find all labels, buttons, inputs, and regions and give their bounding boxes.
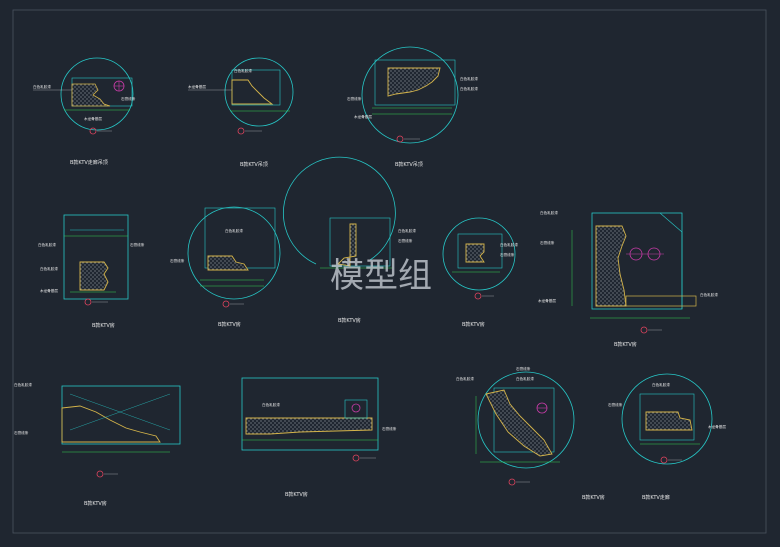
detail-frame [61, 385, 181, 445]
note: 石膏线条 [540, 240, 555, 245]
detail-caption: B款KTV走廊吊顶 [70, 159, 108, 166]
section-marker-icon [474, 292, 482, 300]
note: 木龙骨基层 [84, 116, 102, 121]
note: 白色乳胶漆 [262, 402, 280, 407]
watermark-text: 模型组 [330, 256, 432, 296]
note: 白色乳胶漆 [456, 376, 474, 381]
section-marker-icon [508, 478, 516, 486]
detail-caption: B款KTV房 [84, 500, 107, 507]
cornice-profile [207, 255, 249, 271]
note: 白色乳胶漆 [460, 76, 478, 81]
detail-7: 白色乳胶漆 石膏线条 B款KTV房 [442, 217, 518, 328]
note: 白色乳胶漆 [540, 210, 558, 215]
cornice-profile [645, 411, 693, 431]
section-marker-icon [396, 135, 404, 143]
section-marker-icon [89, 127, 97, 135]
light-fixture-icon [351, 403, 361, 413]
note: 木龙骨基层 [188, 84, 206, 89]
note: 白色乳胶漆 [460, 86, 478, 91]
detail-caption: B款KTV房 [462, 321, 485, 328]
note: 白色乳胶漆 [516, 376, 534, 381]
note: 白色乳胶漆 [14, 382, 32, 387]
detail-caption: B款KTV吊顶 [240, 161, 268, 168]
detail-circle [361, 46, 459, 144]
cornice-profile [485, 389, 553, 457]
note: 石膏线条 [347, 96, 362, 101]
note: 石膏线条 [130, 242, 145, 247]
note: 石膏线条 [121, 96, 136, 101]
detail-caption: B款KTV房 [582, 494, 605, 501]
note: 白色乳胶漆 [33, 84, 51, 89]
section-marker-icon [640, 326, 648, 334]
detail-circle [477, 371, 575, 469]
note: 木龙骨基层 [538, 298, 556, 303]
detail-12: 白色乳胶漆 石膏线条 木龙骨基层 B款KTV走廊 [608, 373, 726, 501]
cornice-profile [71, 83, 111, 107]
note: 木龙骨基层 [354, 114, 372, 119]
note: 白色乳胶漆 [225, 228, 243, 233]
section-marker-icon [96, 470, 104, 478]
detail-caption: B款KTV房 [92, 322, 115, 329]
note: 白色乳胶漆 [652, 382, 670, 387]
note: 木龙骨基层 [40, 288, 58, 293]
detail-2: 木龙骨基层 白色乳胶漆 B款KTV吊顶 [188, 57, 294, 168]
detail-1: 白色乳胶漆 石膏线条 木龙骨基层 B款KTV走廊吊顶 [33, 57, 136, 166]
detail-6: 白色乳胶漆 石膏线条 B款KTV房 [283, 156, 416, 324]
note: 木龙骨基层 [708, 424, 726, 429]
detail-caption: B款KTV房 [285, 491, 308, 498]
cornice-profile [595, 225, 627, 307]
note: 石膏线条 [382, 426, 397, 431]
detail-3: 白色乳胶漆 石膏线条 木龙骨基层 白色乳胶漆 B款KTV吊顶 [347, 46, 478, 168]
section-marker-icon [237, 127, 245, 135]
cornice-profile [61, 405, 161, 443]
note: 石膏线条 [516, 366, 531, 371]
cornice-profile [79, 261, 109, 291]
cornice-profile [387, 67, 441, 97]
detail-caption: B款KTV吊顶 [395, 161, 423, 168]
detail-10: 白色乳胶漆 石膏线条 B款KTV房 [241, 377, 397, 498]
note: 石膏线条 [500, 252, 515, 257]
detail-circle [283, 156, 396, 265]
note: 石膏线条 [398, 238, 413, 243]
section-marker-icon [352, 454, 360, 462]
detail-4: 白色乳胶漆 石膏线条 白色乳胶漆 木龙骨基层 B款KTV房 [38, 214, 145, 329]
note: 白色乳胶漆 [234, 68, 252, 73]
detail-caption: B款KTV房 [218, 321, 241, 328]
note: 石膏线条 [608, 402, 623, 407]
detail-frame [241, 377, 379, 451]
detail-caption: B款KTV走廊 [642, 494, 670, 501]
note: 石膏线条 [14, 430, 29, 435]
note: 白色乳胶漆 [38, 242, 56, 247]
note: 白色乳胶漆 [500, 242, 518, 247]
detail-5: 白色乳胶漆 石膏线条 B款KTV房 [170, 206, 281, 328]
cad-drawing-sheet: 白色乳胶漆 石膏线条 木龙骨基层 B款KTV走廊吊顶 木龙骨基层 白色乳胶漆 B… [12, 9, 767, 534]
section-marker-icon [222, 300, 230, 308]
detail-9: 白色乳胶漆 石膏线条 B款KTV房 [14, 382, 181, 507]
detail-8: 白色乳胶漆 石膏线条 木龙骨基层 白色乳胶漆 B款KTV房 [538, 210, 718, 348]
section-marker-icon [660, 456, 668, 464]
detail-11: 白色乳胶漆 石膏线条 白色乳胶漆 B款KTV房 [456, 366, 605, 501]
note: 石膏线条 [170, 258, 185, 263]
detail-caption: B款KTV房 [338, 317, 361, 324]
note: 白色乳胶漆 [40, 266, 58, 271]
cornice-profile [231, 79, 274, 105]
section-marker-icon [84, 298, 92, 306]
note: 白色乳胶漆 [398, 228, 416, 233]
detail-caption: B款KTV房 [614, 341, 637, 348]
cornice-profile [465, 243, 485, 263]
note: 白色乳胶漆 [700, 292, 718, 297]
detail-circle [187, 206, 281, 300]
cornice-profile [245, 417, 373, 435]
